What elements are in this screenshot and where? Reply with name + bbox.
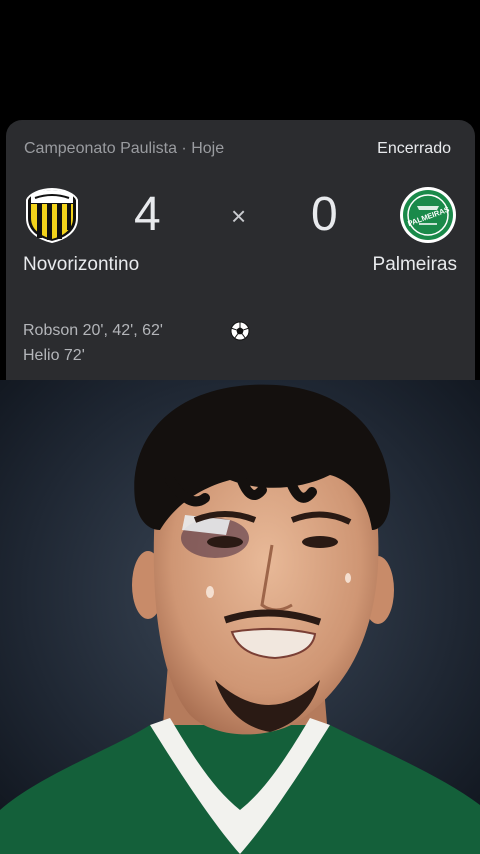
palmeiras-crest-icon: PALMEIRAS (400, 187, 456, 243)
away-score: 0 (311, 188, 338, 241)
score-separator: × (231, 201, 247, 231)
player-photo (0, 380, 480, 854)
home-team-name[interactable]: Novorizontino (23, 254, 139, 276)
match-card[interactable]: Campeonato Paulista · Hoje Encerrado 4 ×… (6, 120, 475, 380)
soccer-ball-icon (230, 321, 250, 341)
scorer-line: Helio 72' (23, 347, 85, 364)
top-black-bar (0, 0, 480, 116)
player-photo-image (0, 380, 480, 854)
goal-scorers: Robson 20', 42', 62' Helio 72' (23, 318, 163, 368)
scorer-line: Robson 20', 42', 62' (23, 322, 163, 339)
home-score: 4 (134, 188, 161, 241)
away-team-name[interactable]: Palmeiras (373, 254, 457, 276)
novorizontino-crest-icon (26, 187, 78, 244)
competition-label: Campeonato Paulista · Hoje (24, 140, 225, 157)
match-status: Encerrado (377, 140, 451, 157)
